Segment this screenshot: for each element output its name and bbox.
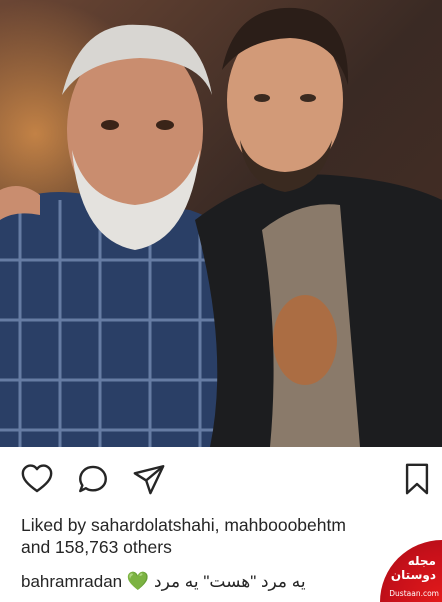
caption-text: یه مرد "هست" یه مرد (154, 572, 306, 591)
post-actions (0, 458, 442, 506)
save-button[interactable] (396, 458, 438, 500)
like-button[interactable] (16, 458, 58, 500)
liked-by-users-link[interactable]: sahardolatshahi, mahbooobehtm (91, 515, 346, 535)
watermark-title: مجله دوستان (390, 554, 436, 582)
paper-plane-icon (133, 465, 165, 495)
post-caption: bahramradan 💚 یه مرد "هست" یه مرد (21, 569, 401, 593)
photo-illustration (0, 0, 442, 447)
likes-count[interactable]: and 158,763 others (21, 536, 431, 558)
comment-bubble-icon (79, 465, 107, 493)
bookmark-icon (405, 463, 429, 495)
likes-prefix: Liked by (21, 515, 92, 535)
watermark-site: Dustaan.com (389, 589, 439, 598)
caption-username[interactable]: bahramradan (21, 572, 122, 591)
share-button[interactable] (128, 458, 170, 500)
heart-outline-icon (21, 464, 53, 493)
comment-button[interactable] (72, 458, 114, 500)
likes-summary: Liked by sahardolatshahi, mahbooobehtm a… (21, 514, 431, 558)
post-photo[interactable] (0, 0, 442, 447)
green-heart-emoji: 💚 (126, 571, 150, 591)
